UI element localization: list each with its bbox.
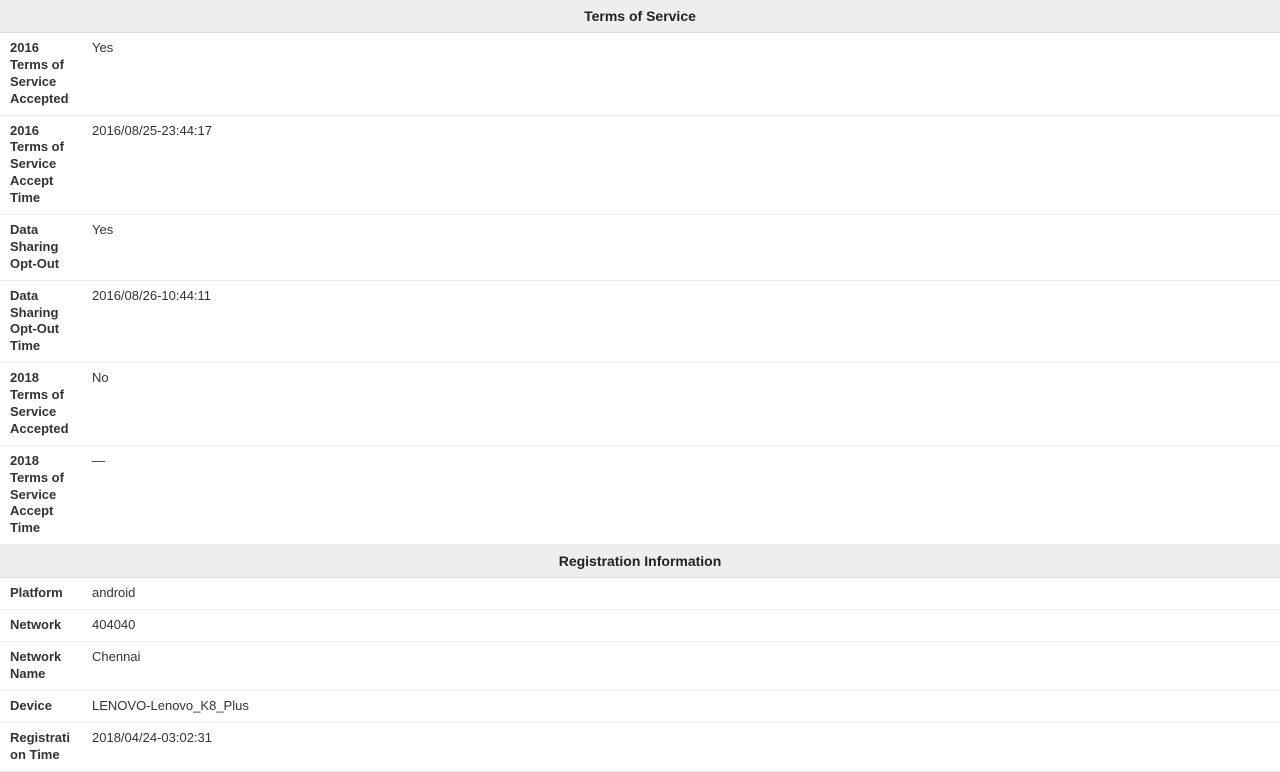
row-value: android	[82, 578, 1280, 610]
row-label: Data Sharing Opt-Out	[0, 215, 82, 281]
row-value: Yes	[82, 215, 1280, 281]
table-row: Data Sharing Opt-Out Time 2016/08/26-10:…	[0, 280, 1280, 363]
table-row: Platform android	[0, 578, 1280, 610]
row-label: 2016 Terms of Service Accept Time	[0, 115, 82, 214]
table-row: 2016 Terms of Service Accept Time 2016/0…	[0, 115, 1280, 214]
row-value: 2016/08/25-23:44:17	[82, 115, 1280, 214]
row-value: Yes	[82, 33, 1280, 116]
table-row: Network Name Chennai	[0, 642, 1280, 691]
row-label: Data Sharing Opt-Out Time	[0, 280, 82, 363]
table-row: Device LENOVO-Lenovo_K8_Plus	[0, 690, 1280, 722]
row-label: Registration Time	[0, 722, 82, 771]
table-row: 2016 Terms of Service Accepted Yes	[0, 33, 1280, 116]
row-label: 2018 Terms of Service Accepted	[0, 363, 82, 446]
row-label: 2016 Terms of Service Accepted	[0, 33, 82, 116]
row-value: —	[82, 445, 1280, 544]
row-value: 404040	[82, 610, 1280, 642]
section-header: Terms of Service	[0, 0, 1280, 33]
row-label: 2018 Terms of Service Accept Time	[0, 445, 82, 544]
table-row: Registration Time 2018/04/24-03:02:31	[0, 722, 1280, 771]
row-value: 2018/04/24-03:02:31	[82, 722, 1280, 771]
table-row: 2018 Terms of Service Accepted No	[0, 363, 1280, 446]
row-label: Network Name	[0, 642, 82, 691]
info-table: Terms of Service 2016 Terms of Service A…	[0, 0, 1280, 772]
row-value: LENOVO-Lenovo_K8_Plus	[82, 690, 1280, 722]
section-header: Registration Information	[0, 545, 1280, 578]
row-label: Device	[0, 690, 82, 722]
section-title: Terms of Service	[0, 0, 1280, 33]
row-value: 2016/08/26-10:44:11	[82, 280, 1280, 363]
row-value: Chennai	[82, 642, 1280, 691]
row-label: Platform	[0, 578, 82, 610]
table-row: Data Sharing Opt-Out Yes	[0, 215, 1280, 281]
row-label: Network	[0, 610, 82, 642]
section-title: Registration Information	[0, 545, 1280, 578]
table-row: 2018 Terms of Service Accept Time —	[0, 445, 1280, 544]
row-value: No	[82, 363, 1280, 446]
table-row: Network 404040	[0, 610, 1280, 642]
